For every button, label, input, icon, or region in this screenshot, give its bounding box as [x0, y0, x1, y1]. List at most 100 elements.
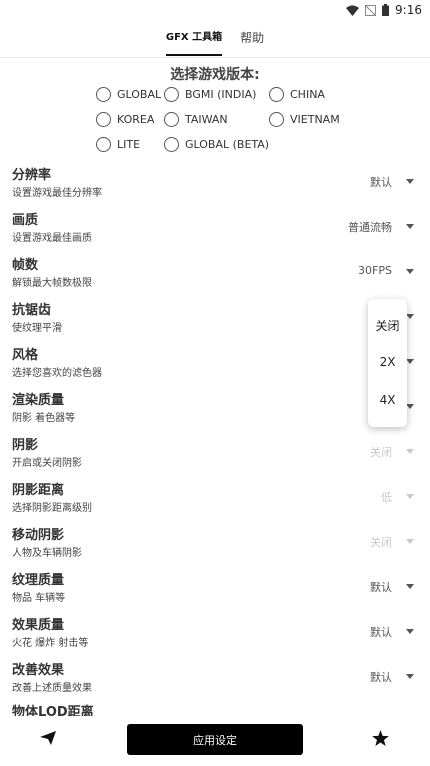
setting-value: 默认 — [370, 626, 392, 639]
setting-desc: 人物及车辆阴影 — [12, 548, 82, 559]
setting-row-moving-shadows[interactable]: 移动阴影 人物及车辆阴影 关闭 — [0, 524, 430, 569]
radio-lite[interactable]: LITE — [96, 137, 140, 152]
radio-korea[interactable]: KOREA — [96, 112, 154, 127]
bottom-bar: 应用设定 — [0, 716, 430, 766]
setting-desc: 设置游戏最佳分辨率 — [12, 188, 102, 199]
setting-desc: 使纹理平滑 — [12, 323, 62, 334]
setting-row-antialiasing[interactable]: 抗锯齿 使纹理平滑 — [0, 299, 430, 344]
radio-label: LITE — [117, 138, 141, 151]
setting-title: 效果质量 — [12, 618, 65, 633]
setting-row-resolution[interactable]: 分辨率 设置游戏最佳分辨率 默认 — [0, 164, 430, 209]
radio-circle — [96, 112, 111, 127]
setting-title: 阴影距离 — [12, 483, 65, 498]
setting-title: 阴影 — [12, 438, 39, 453]
setting-title: 改善效果 — [12, 663, 65, 678]
dropdown-arrow-icon — [406, 449, 414, 454]
setting-title: 移动阴影 — [12, 528, 65, 543]
radio-label: VIETNAM — [290, 113, 340, 126]
setting-desc: 物品 车辆等 — [12, 593, 66, 604]
setting-title: 画质 — [12, 213, 39, 228]
radio-bgmi[interactable]: BGMI (INDIA) — [164, 87, 256, 102]
radio-global-beta[interactable]: GLOBAL (BETA) — [164, 137, 269, 152]
radio-vietnam[interactable]: VIETNAM — [269, 112, 340, 127]
dropdown-arrow-icon — [406, 404, 414, 409]
dropdown-arrow-icon — [406, 179, 414, 184]
setting-title: 渲染质量 — [12, 393, 65, 408]
radio-label: KOREA — [117, 113, 155, 126]
setting-value: 普通流畅 — [348, 221, 392, 234]
version-select-title: 选择游戏版本: — [170, 67, 260, 83]
setting-row-shadow-distance[interactable]: 阴影距离 选择阴影距离级别 低 — [0, 479, 430, 524]
setting-title: 帧数 — [12, 258, 39, 273]
radio-label: GLOBAL (BETA) — [185, 138, 270, 151]
radio-circle — [96, 87, 111, 102]
tabs-divider — [0, 57, 430, 58]
setting-desc: 开启或关闭阴影 — [12, 458, 82, 469]
radio-label: BGMI (INDIA) — [185, 88, 257, 101]
radio-circle — [269, 112, 284, 127]
setting-row-fps[interactable]: 帧数 解锁最大帧数极限 30FPS — [0, 254, 430, 299]
setting-row-style[interactable]: 风格 选择您喜欢的滤色器 — [0, 344, 430, 389]
setting-desc: 选择阴影距离级别 — [12, 503, 92, 514]
setting-row-render-quality[interactable]: 渲染质量 阴影 着色器等 — [0, 389, 430, 434]
setting-title: 纹理质量 — [12, 573, 65, 588]
setting-row-shadows[interactable]: 阴影 开启或关闭阴影 关闭 — [0, 434, 430, 479]
dropdown-option-2x[interactable]: 2X — [368, 355, 407, 369]
radio-label: CHINA — [290, 88, 325, 101]
dropdown-arrow-icon — [406, 539, 414, 544]
dropdown-arrow-icon — [406, 269, 414, 274]
battery-icon — [382, 4, 390, 16]
setting-desc: 设置游戏最佳画质 — [12, 233, 92, 244]
setting-desc: 改善上述质量效果 — [12, 683, 92, 694]
no-signal-icon — [365, 4, 377, 16]
wifi-icon — [346, 5, 360, 16]
setting-value: 关闭 — [370, 446, 392, 459]
dropdown-option-off[interactable]: 关闭 — [368, 317, 407, 334]
radio-circle — [164, 112, 179, 127]
radio-taiwan[interactable]: TAIWAN — [164, 112, 228, 127]
dropdown-arrow-icon — [406, 224, 414, 229]
dropdown-arrow-icon — [406, 584, 414, 589]
dropdown-arrow-icon — [406, 494, 414, 499]
setting-value: 30FPS — [358, 264, 392, 277]
setting-value: 关闭 — [370, 536, 392, 549]
star-icon[interactable] — [372, 730, 389, 746]
setting-row-effects-quality[interactable]: 效果质量 火花 爆炸 射击等 默认 — [0, 614, 430, 659]
setting-value: 默认 — [370, 176, 392, 189]
radio-circle — [164, 87, 179, 102]
radio-circle — [269, 87, 284, 102]
radio-label: GLOBAL — [117, 88, 162, 101]
status-bar: 9:16 — [0, 0, 430, 22]
setting-row-texture-quality[interactable]: 纹理质量 物品 车辆等 默认 — [0, 569, 430, 614]
tab-gfx-toolbox[interactable]: GFX 工具箱 — [165, 22, 223, 58]
dropdown-arrow-icon — [406, 314, 414, 319]
radio-circle — [96, 137, 111, 152]
radio-label: TAIWAN — [185, 113, 228, 126]
tab-bar: GFX 工具箱 帮助 — [0, 22, 430, 58]
setting-title: 抗锯齿 — [12, 303, 52, 318]
setting-value: 默认 — [370, 671, 392, 684]
antialiasing-dropdown-popup: 关闭 2X 4X — [368, 299, 407, 427]
tab-help[interactable]: 帮助 — [240, 22, 264, 58]
setting-desc: 解锁最大帧数极限 — [12, 278, 92, 289]
apply-settings-button[interactable]: 应用设定 — [127, 724, 303, 755]
dropdown-option-4x[interactable]: 4X — [368, 393, 407, 407]
radio-global[interactable]: GLOBAL — [96, 87, 161, 102]
setting-desc: 阴影 着色器等 — [12, 413, 76, 424]
setting-row-improve-effects[interactable]: 改善效果 改善上述质量效果 默认 — [0, 659, 430, 704]
send-icon[interactable] — [40, 731, 56, 745]
setting-desc: 选择您喜欢的滤色器 — [12, 368, 102, 379]
setting-value: 低 — [381, 491, 392, 504]
radio-circle — [164, 137, 179, 152]
setting-value: 默认 — [370, 581, 392, 594]
dropdown-arrow-icon — [406, 629, 414, 634]
setting-title: 风格 — [12, 348, 39, 363]
dropdown-arrow-icon — [406, 674, 414, 679]
radio-china[interactable]: CHINA — [269, 87, 325, 102]
status-time: 9:16 — [395, 3, 422, 17]
setting-row-graphics[interactable]: 画质 设置游戏最佳画质 普通流畅 — [0, 209, 430, 254]
dropdown-arrow-icon — [406, 359, 414, 364]
setting-title: 分辨率 — [12, 168, 52, 183]
status-icons: 9:16 — [346, 3, 422, 17]
setting-desc: 火花 爆炸 射击等 — [12, 638, 89, 649]
